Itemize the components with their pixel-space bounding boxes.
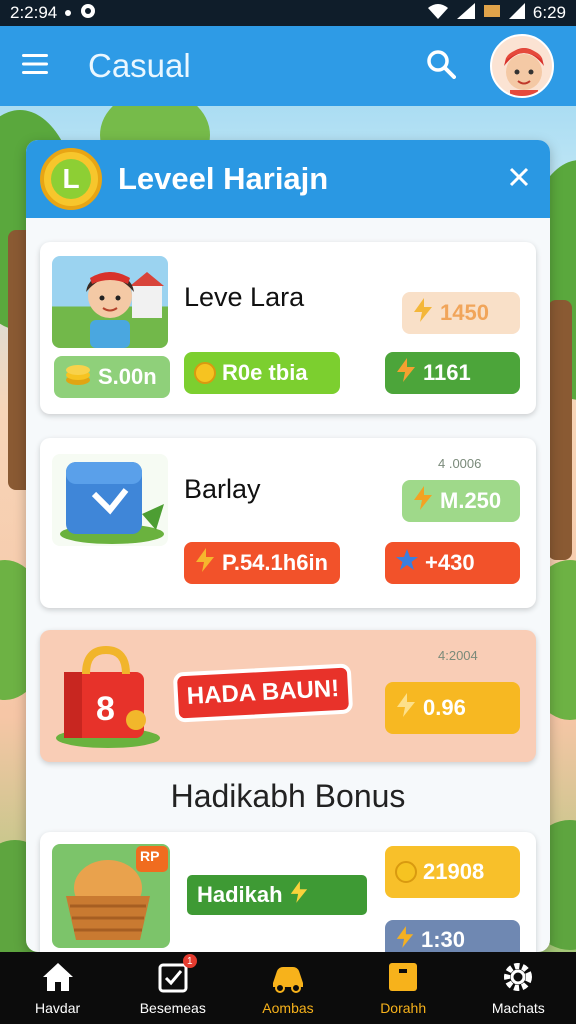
- status-time-right: 6:29: [532, 3, 566, 22]
- coin-icon: [395, 861, 417, 883]
- bolt-icon: [395, 693, 417, 723]
- bolt-icon: [194, 548, 216, 578]
- reward-ticket-label: 21908: [423, 859, 485, 884]
- close-icon[interactable]: [508, 166, 530, 193]
- panel-title: Leveel Hariajn: [118, 161, 329, 196]
- profile-avatar[interactable]: [490, 34, 554, 98]
- price-pill[interactable]: P.54.1h6in: [184, 542, 340, 584]
- mail-box-thumbnail: [52, 454, 168, 546]
- star-pill-label: +430: [425, 550, 475, 575]
- star-pill[interactable]: +430: [385, 542, 520, 584]
- bolt-icon: [412, 298, 434, 328]
- bolt-icon: [395, 358, 417, 388]
- gear-icon: [501, 960, 535, 994]
- star-icon: [395, 548, 419, 578]
- gift-number: 8: [96, 690, 115, 728]
- card-title: Barlay: [184, 474, 261, 504]
- bonus-pill-label: 0.96: [423, 695, 466, 720]
- nav-item-besemeas[interactable]: 1 Besemeas: [115, 954, 230, 1016]
- bonus-section-label: Hadikabh Bonus: [170, 778, 406, 814]
- bottom-navigation: Havdar 1 Besemeas Aombas Dorahh Machats: [0, 952, 576, 1024]
- nav-label: Dorahh: [380, 1000, 427, 1016]
- app-title: Casual: [88, 47, 191, 84]
- menu-icon[interactable]: [22, 53, 48, 80]
- bonus-banner: HADA BAUN!: [172, 663, 354, 723]
- status-time-left: 2:2:94: [10, 3, 58, 22]
- hadikah-tag[interactable]: Hadikah: [184, 872, 370, 918]
- reward-ticket-pill[interactable]: 21908: [385, 846, 520, 898]
- bolt-icon: [412, 486, 434, 516]
- score-pill-label: 1450: [440, 300, 489, 325]
- nav-item-havdar[interactable]: Havdar: [0, 960, 115, 1016]
- sync-icon: [79, 2, 97, 25]
- status-bar: 2:2:94 6:29: [0, 0, 576, 26]
- signal-icon: [456, 2, 475, 24]
- nav-label: Besemeas: [139, 1000, 206, 1016]
- bonus-card[interactable]: RP Hadikah 21908 1:30: [40, 832, 536, 952]
- cell-icon: [508, 2, 525, 24]
- nav-item-machats[interactable]: Machats: [461, 960, 576, 1016]
- xp-pill-label: 1161: [423, 360, 471, 385]
- panel-header: L Leveel Hariajn: [26, 140, 550, 218]
- notification-badge: 1: [182, 954, 197, 968]
- search-icon[interactable]: [426, 49, 456, 84]
- nav-label: Machats: [491, 1000, 545, 1016]
- bolt-icon: [395, 926, 415, 952]
- level-card[interactable]: Leve Lara S.00n R0e tbia 1450 1161: [40, 242, 536, 414]
- notification-dot-icon: [65, 10, 72, 16]
- reward-pill-label: R0e tbia: [222, 360, 308, 385]
- price-pill-label: P.54.1h6in: [222, 550, 328, 575]
- bonus-card[interactable]: 8 HADA BAUN! 4:2004 0.96: [40, 630, 536, 762]
- home-icon: [41, 960, 75, 994]
- timer-pill-label: 1:30: [421, 927, 466, 952]
- score-pill[interactable]: 1450: [402, 292, 520, 334]
- nav-item-aombas[interactable]: Aombas: [230, 960, 345, 1016]
- bonus-pill[interactable]: 0.96: [385, 682, 520, 734]
- score-pill[interactable]: M.250: [402, 480, 520, 522]
- car-icon: [269, 960, 307, 994]
- coin-stack-icon: [64, 362, 92, 392]
- corner-tag: RP: [140, 848, 160, 864]
- reward-pill[interactable]: R0e tbia: [184, 352, 340, 394]
- character-thumbnail: [52, 256, 168, 348]
- timer-pill[interactable]: 1:30: [385, 920, 520, 952]
- wifi-icon: [427, 3, 449, 24]
- score-pill-label: M.250: [440, 488, 502, 513]
- hadikah-tag-label: Hadikah: [197, 882, 283, 907]
- app-bar: Casual: [0, 26, 576, 106]
- basket-thumbnail: RP: [52, 844, 170, 948]
- coin-pill[interactable]: S.00n: [54, 356, 170, 398]
- level-card[interactable]: Barlay 4 .0006 M.250 P.54.1h6in +430: [40, 438, 536, 608]
- nav-label: Havdar: [35, 1000, 81, 1016]
- card-title: Leve Lara: [184, 282, 305, 312]
- timer-text: 4:2004: [438, 648, 478, 663]
- coin-pill-label: S.00n: [98, 364, 157, 389]
- gift-bag-thumbnail: 8: [50, 644, 160, 748]
- level-badge-icon: L: [40, 148, 102, 210]
- coin-icon: [194, 362, 216, 384]
- xp-pill[interactable]: 1161: [385, 352, 520, 394]
- level-badge-letter: L: [51, 159, 91, 199]
- nav-label: Aombas: [262, 1000, 314, 1016]
- level-panel: L Leveel Hariajn Leve Lara S.00n R0e tbi…: [26, 140, 550, 952]
- nav-item-dorahh[interactable]: Dorahh: [346, 960, 461, 1016]
- checklist-icon: 1: [157, 954, 197, 994]
- bolt-icon: [289, 880, 309, 910]
- timer-text: 4 .0006: [438, 456, 482, 471]
- battery-saver-icon: [483, 3, 501, 24]
- box-icon: [387, 960, 419, 994]
